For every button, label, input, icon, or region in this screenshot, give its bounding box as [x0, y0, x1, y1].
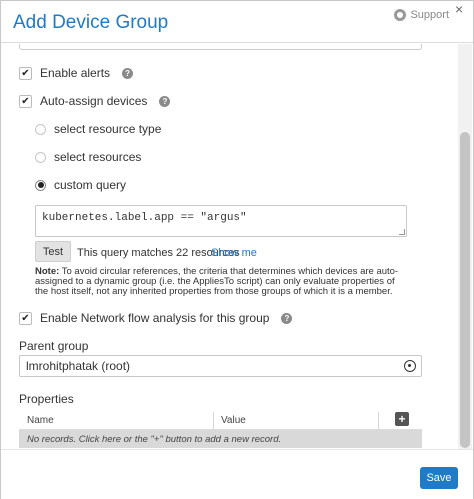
support-link[interactable]: Support [394, 9, 449, 21]
support-label: Support [410, 9, 449, 21]
test-query-button[interactable]: Test [35, 241, 71, 262]
radio-custom-query[interactable]: custom query [35, 178, 126, 192]
enable-alerts-checkbox[interactable]: ✔ [19, 66, 32, 80]
radio-label: select resources [54, 150, 142, 164]
table-header: Name Value + [19, 412, 422, 430]
help-icon[interactable]: ? [281, 312, 293, 324]
note-text: Note: To avoid circular references, the … [35, 267, 405, 297]
column-header-name: Name [27, 415, 54, 426]
column-divider [378, 412, 379, 430]
radio-select-resources[interactable]: select resources [35, 150, 141, 164]
dialog-footer: Save [1, 449, 473, 499]
description-textarea[interactable] [19, 44, 422, 50]
netflow-row: ✔ Enable Network flow analysis for this … [19, 311, 293, 325]
enable-alerts-label: Enable alerts [40, 66, 111, 80]
properties-table: Name Value + No records. Click here or t… [19, 412, 422, 448]
parent-group-label: Parent group [19, 339, 89, 353]
auto-assign-row: ✔ Auto-assign devices ? [19, 94, 171, 108]
column-divider [213, 412, 214, 430]
radio-select-resource-type[interactable]: select resource type [35, 122, 161, 136]
add-property-button[interactable]: + [395, 412, 409, 426]
netflow-checkbox[interactable]: ✔ [19, 311, 32, 325]
auto-assign-label: Auto-assign devices [40, 94, 148, 108]
radio-button[interactable] [35, 151, 46, 163]
resize-grip-icon[interactable] [399, 229, 405, 235]
radio-button-selected[interactable] [35, 179, 46, 191]
save-button[interactable]: Save [420, 467, 458, 489]
scrollbar-thumb[interactable] [460, 132, 470, 448]
empty-records-row[interactable]: No records. Click here or the "+" button… [19, 430, 422, 448]
add-device-group-dialog: Add Device Group Support × ✔ Enable aler… [0, 0, 474, 499]
custom-query-input[interactable]: kubernetes.label.app == "argus" [35, 205, 407, 237]
search-icon[interactable] [404, 360, 416, 372]
parent-group-value: lmrohitphatak (root) [26, 359, 131, 373]
lifebuoy-icon [394, 9, 407, 21]
close-icon[interactable]: × [455, 2, 467, 16]
note-body: To avoid circular references, the criter… [35, 266, 399, 297]
column-header-value: Value [221, 415, 246, 426]
radio-label: select resource type [54, 122, 162, 136]
radio-label: custom query [54, 178, 127, 192]
help-icon[interactable]: ? [159, 95, 171, 107]
enable-alerts-row: ✔ Enable alerts ? [19, 66, 134, 80]
help-icon[interactable]: ? [122, 67, 134, 79]
properties-label: Properties [19, 392, 74, 406]
show-me-link[interactable]: Show me [211, 247, 257, 259]
radio-button[interactable] [35, 123, 46, 135]
dialog-body: ✔ Enable alerts ? ✔ Auto-assign devices … [1, 44, 459, 449]
parent-group-field[interactable]: lmrohitphatak (root) [19, 355, 422, 377]
dialog-title: Add Device Group [13, 12, 169, 33]
scrollbar[interactable] [458, 44, 472, 449]
auto-assign-checkbox[interactable]: ✔ [19, 94, 32, 108]
query-text: kubernetes.label.app == "argus" [42, 212, 247, 224]
netflow-label: Enable Network flow analysis for this gr… [40, 311, 270, 325]
dialog-header: Add Device Group Support × [1, 1, 473, 43]
